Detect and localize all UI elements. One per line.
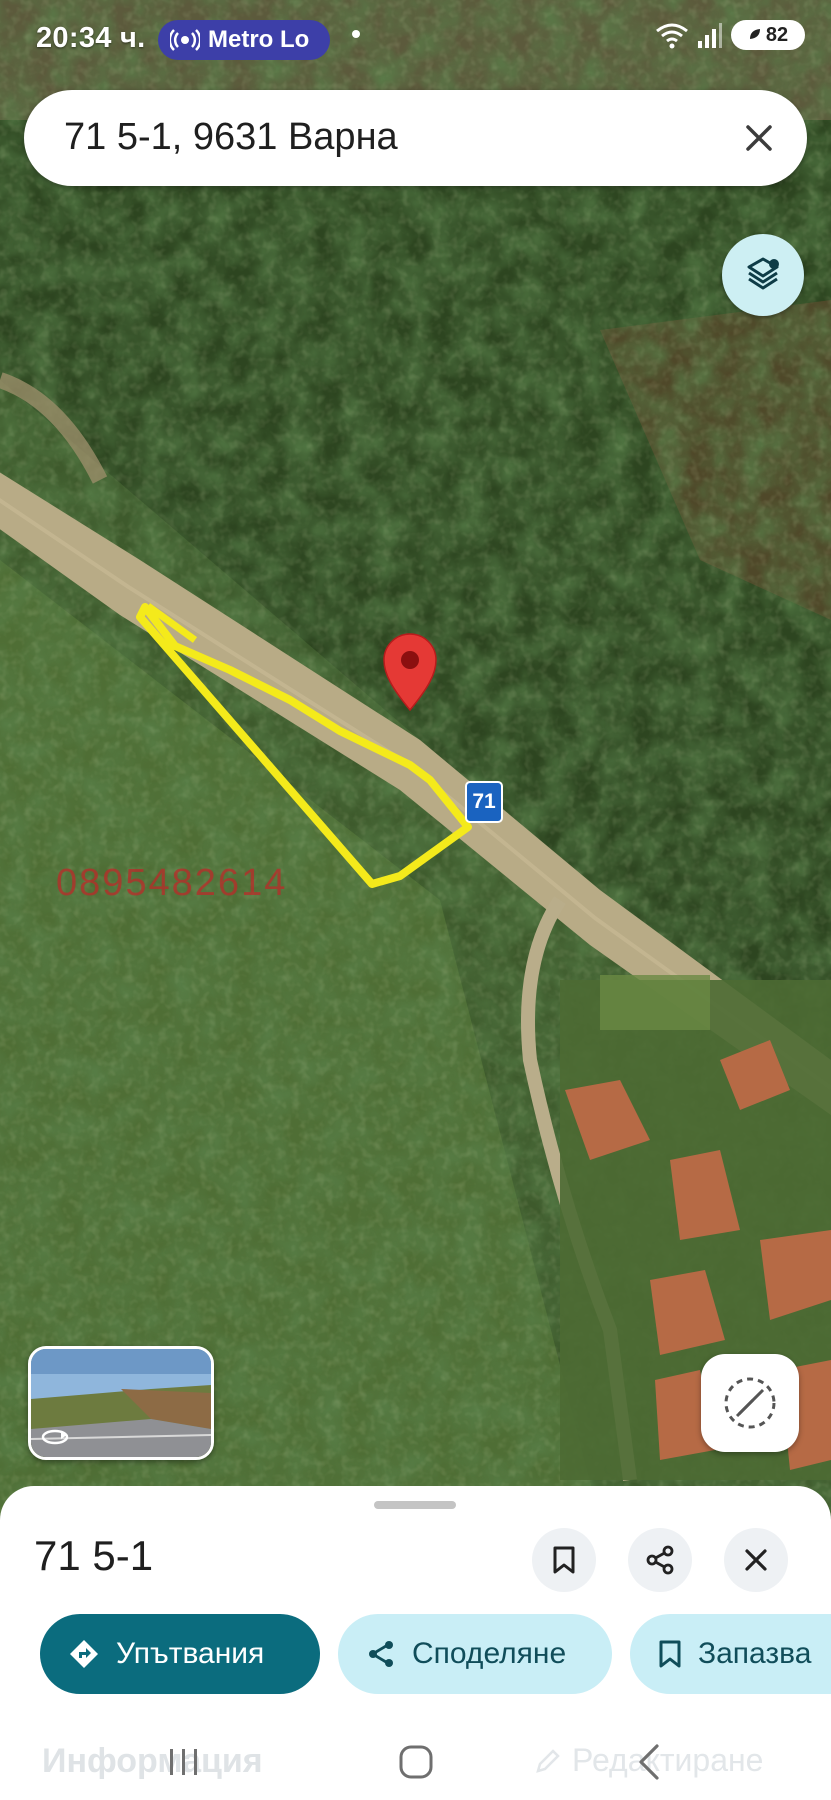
recents-icon — [170, 1749, 197, 1775]
save-chip[interactable]: Запазва — [630, 1614, 831, 1694]
clear-search-button[interactable] — [731, 110, 787, 166]
share-label: Споделяне — [412, 1637, 567, 1670]
compass-icon — [724, 1377, 776, 1429]
close-icon — [745, 1549, 767, 1571]
place-title: 71 5-1 — [34, 1532, 154, 1579]
share-place-button[interactable] — [628, 1528, 692, 1592]
wifi-icon — [656, 23, 688, 49]
system-icons: 82 — [655, 20, 805, 50]
bookmark-icon — [553, 1546, 575, 1574]
share-icon — [369, 1641, 393, 1667]
share-chip[interactable]: Споделяне — [338, 1614, 612, 1694]
back-button[interactable] — [620, 1734, 680, 1790]
home-button[interactable] — [386, 1734, 446, 1790]
action-chips: Упътвания Споделяне Запазва — [0, 1614, 831, 1698]
media-pill-label: Metro Lo — [208, 26, 310, 53]
directions-icon — [70, 1640, 98, 1668]
share-icon — [646, 1545, 674, 1575]
battery-level: 82 — [765, 23, 789, 46]
layers-button[interactable] — [722, 234, 804, 316]
save-place-button[interactable] — [532, 1528, 596, 1592]
signal-icon — [698, 23, 722, 48]
media-pill[interactable]: Metro Lo — [158, 20, 330, 60]
street-view-thumbnail[interactable] — [28, 1346, 214, 1460]
status-time: 20:34 ч. — [36, 22, 146, 54]
system-navigation-bar — [0, 1726, 831, 1800]
street-view-image — [31, 1349, 211, 1457]
satellite-map[interactable]: 71 0895482614 — [0, 0, 831, 1520]
status-bar: 20:34 ч. Metro Lo 82 — [0, 0, 831, 84]
search-bar[interactable]: 71 5-1, 9631 Варна — [24, 90, 807, 186]
satellite-imagery — [0, 0, 831, 1520]
close-icon — [746, 125, 772, 151]
phone-watermark: 0895482614 — [56, 862, 288, 904]
bookmark-icon — [659, 1640, 681, 1668]
route-shield: 71 — [465, 781, 503, 823]
directions-chip[interactable]: Упътвания — [40, 1614, 320, 1694]
layers-icon — [747, 257, 779, 290]
battery-saver-icon — [749, 29, 760, 39]
compass-button[interactable] — [701, 1354, 799, 1452]
back-icon — [639, 1744, 659, 1780]
close-sheet-button[interactable] — [724, 1528, 788, 1592]
drag-handle[interactable] — [374, 1501, 456, 1509]
recents-button[interactable] — [154, 1734, 214, 1790]
search-input[interactable]: 71 5-1, 9631 Варна — [64, 116, 398, 159]
home-icon — [399, 1745, 433, 1779]
save-label: Запазва — [698, 1637, 812, 1670]
directions-label: Упътвания — [116, 1637, 265, 1670]
notification-dot — [352, 30, 360, 38]
battery-indicator: 82 — [731, 20, 805, 50]
broadcast-icon — [170, 29, 200, 51]
